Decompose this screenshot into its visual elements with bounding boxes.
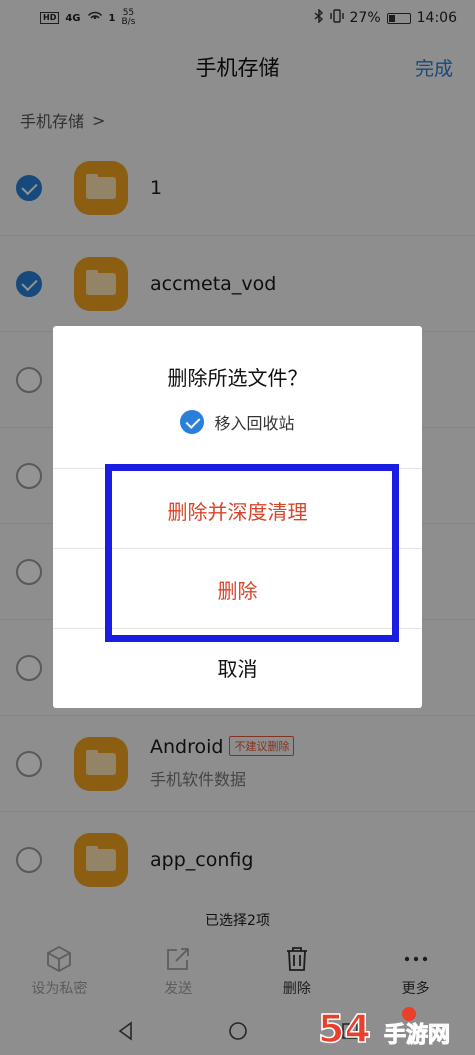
recycle-checkbox[interactable] <box>180 410 205 434</box>
site-watermark: 54 手游网 <box>314 1002 474 1054</box>
recycle-bin-option[interactable]: 移入回收站 <box>53 410 422 434</box>
annotation-highlight-box <box>105 464 399 642</box>
watermark-logo-text: 手游网 <box>384 1022 450 1048</box>
watermark-dot <box>402 1007 416 1021</box>
watermark-logo-number: 54 <box>318 1007 371 1051</box>
dialog-title: 删除所选文件？ <box>167 366 308 390</box>
recycle-label: 移入回收站 <box>214 414 295 433</box>
watermark-logo: 54 手游网 <box>317 1006 450 1052</box>
